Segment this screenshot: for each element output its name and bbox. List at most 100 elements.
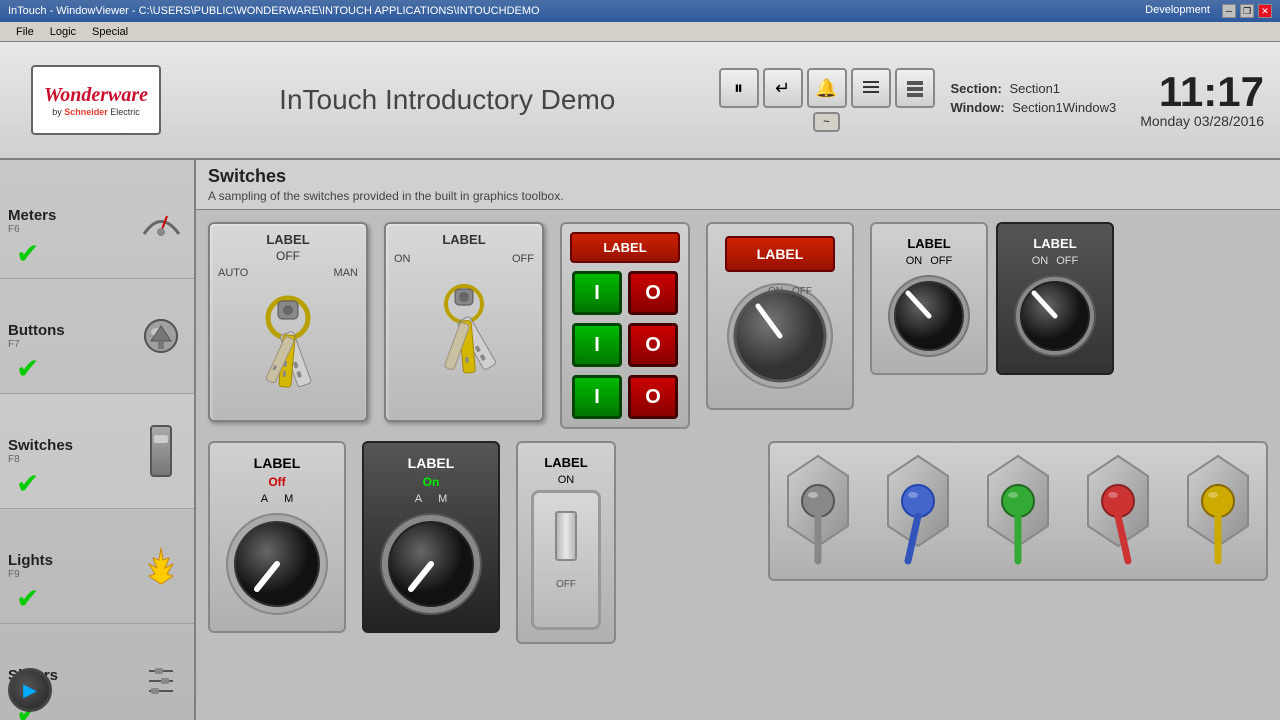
io-i-button-2[interactable]: I — [572, 323, 622, 367]
toggle-off-label: OFF — [556, 579, 576, 590]
io-o-button-3[interactable]: O — [628, 375, 678, 419]
restore-button[interactable]: ❐ — [1240, 4, 1254, 18]
logo-box: Wonderware by Schneider Electric — [31, 65, 161, 135]
stack-icon — [905, 78, 925, 98]
rotary-left-on: ON — [906, 255, 923, 267]
play-button[interactable]: ▶ — [8, 668, 52, 712]
key-switch-1-state: OFF — [276, 249, 300, 263]
close-button[interactable]: ✕ — [1258, 4, 1272, 18]
logo-text: Wonderware — [44, 84, 148, 107]
switches-icon-area — [136, 421, 186, 481]
menu-file[interactable]: File — [8, 26, 42, 38]
nav-item-left-lights: Lights F9 — [8, 552, 136, 580]
wall-toggle-switch[interactable]: LABEL ON OFF — [516, 441, 616, 644]
nav-item-left-meters: Meters F6 — [8, 207, 136, 235]
logo-brand: Schneider — [64, 107, 108, 117]
io-btn-row-3: I O — [572, 375, 678, 419]
rotary-label-display[interactable]: LABEL — [725, 236, 835, 272]
meters-icon-area — [136, 191, 186, 251]
sidebar-item-buttons[interactable]: Buttons F7 ✔ — [0, 279, 194, 394]
io-btn-row-2: I O — [572, 323, 678, 367]
meters-check: ✔ — [16, 237, 39, 270]
sidebar-item-switches[interactable]: Switches F8 ✔ — [0, 394, 194, 509]
minimize-button[interactable]: ─ — [1222, 4, 1236, 18]
dev-label: Development — [1145, 4, 1210, 18]
nav-item-left-buttons: Buttons F7 — [8, 322, 136, 350]
io-i-button-3[interactable]: I — [572, 375, 622, 419]
lever-switch-green[interactable] — [978, 451, 1058, 571]
lever-blue-svg — [878, 451, 958, 571]
header: Wonderware by Schneider Electric InTouch… — [0, 42, 1280, 160]
selector-knob-2-svg — [376, 509, 486, 619]
content-area: Switches A sampling of the switches prov… — [196, 160, 1280, 720]
rotary-right-label: LABEL — [1033, 236, 1076, 251]
switches-check: ✔ — [16, 467, 39, 500]
date-display: Monday 03/28/2016 — [1140, 113, 1264, 129]
io-label-button[interactable]: LABEL — [570, 232, 680, 263]
sidebar-item-meters[interactable]: Meters F6 ✔ — [0, 164, 194, 279]
key-switch-2-label: LABEL — [442, 232, 485, 247]
content-header: Switches A sampling of the switches prov… — [196, 160, 1280, 210]
nav-label-meters: Meters — [8, 207, 56, 224]
sidebar-item-lights[interactable]: Lights F9 ✔ — [0, 509, 194, 624]
menubar: File Logic Special — [0, 22, 1280, 42]
lever-switch-red[interactable] — [1078, 451, 1158, 571]
rotary-right[interactable]: LABEL ON OFF — [996, 222, 1114, 375]
key-switch-1-label: LABEL — [266, 232, 309, 247]
bell-button[interactable]: 🔔 — [807, 68, 847, 108]
play-icon: ▶ — [23, 680, 37, 701]
pause-button[interactable]: ⏸ — [719, 68, 759, 108]
main-layout: Meters F6 ✔ Buttons F7 — [0, 160, 1280, 720]
lights-check: ✔ — [16, 582, 39, 615]
nav-label-buttons: Buttons — [8, 322, 65, 339]
nav-label-switches: Switches — [8, 437, 73, 454]
menu-special[interactable]: Special — [84, 26, 136, 38]
selector-2-positions: A M — [415, 493, 448, 505]
content-description: A sampling of the switches provided in t… — [208, 189, 1268, 203]
selector-knob-1[interactable]: LABEL Off A M — [208, 441, 346, 633]
section-label: Section: — [951, 81, 1002, 96]
lever-green-svg — [978, 451, 1058, 571]
selector-2-m: M — [438, 493, 447, 505]
rotary-left-label: LABEL — [907, 236, 950, 251]
selector-1-positions: A M — [261, 493, 294, 505]
key-switch-auto-man[interactable]: LABEL OFF AUTO MAN — [208, 222, 368, 422]
selector-1-label: LABEL — [254, 455, 301, 471]
window-info: Window: Section1Window3 — [951, 100, 1117, 115]
toolbar-area: ⏸ ↵ 🔔 ~ — [719, 68, 935, 132]
io-o-button[interactable]: O — [628, 271, 678, 315]
lever-switch-yellow[interactable] — [1178, 451, 1258, 571]
trend-button[interactable]: ~ — [813, 112, 839, 132]
list-button[interactable] — [851, 68, 891, 108]
rotary-dial-svg[interactable]: ON OFF — [720, 276, 840, 396]
lever-switch-blue[interactable] — [878, 451, 958, 571]
lever-gray-svg — [778, 451, 858, 571]
io-o-button-2[interactable]: O — [628, 323, 678, 367]
io-label-text: LABEL — [603, 240, 646, 255]
step-button[interactable]: ↵ — [763, 68, 803, 108]
lights-icon-area — [136, 536, 186, 596]
rotary-left-positions: ON OFF — [906, 255, 953, 267]
logo-area: Wonderware by Schneider Electric — [16, 65, 176, 135]
logo-sub: by Schneider Electric — [52, 107, 140, 117]
stack-button[interactable] — [895, 68, 935, 108]
window-label: Window: — [951, 100, 1005, 115]
nav-item-left-switches: Switches F8 — [8, 437, 136, 465]
switch-row-2: LABEL Off A M — [208, 441, 1268, 644]
button-svg-icon — [141, 316, 181, 356]
selector-1-m: M — [284, 493, 293, 505]
dual-rotary-area: LABEL ON OFF — [870, 222, 1114, 375]
lever-switch-gray[interactable] — [778, 451, 858, 571]
toggle-nub — [555, 511, 577, 561]
selector-knob-2[interactable]: LABEL On A M — [362, 441, 500, 633]
rotary-right-positions: ON OFF — [1032, 255, 1079, 267]
rotary-left[interactable]: LABEL ON OFF — [870, 222, 988, 375]
rotary-left-off: OFF — [930, 255, 952, 267]
menu-logic[interactable]: Logic — [42, 26, 84, 38]
content-body: LABEL OFF AUTO MAN — [196, 210, 1280, 720]
key-switch-on-off[interactable]: LABEL ON OFF — [384, 222, 544, 422]
toolbar-buttons: ⏸ ↵ 🔔 — [719, 68, 935, 108]
rotary-selector-area: LABEL ON — [706, 222, 854, 410]
io-i-button[interactable]: I — [572, 271, 622, 315]
titlebar: InTouch - WindowViewer - C:\USERS\PUBLIC… — [0, 0, 1280, 22]
